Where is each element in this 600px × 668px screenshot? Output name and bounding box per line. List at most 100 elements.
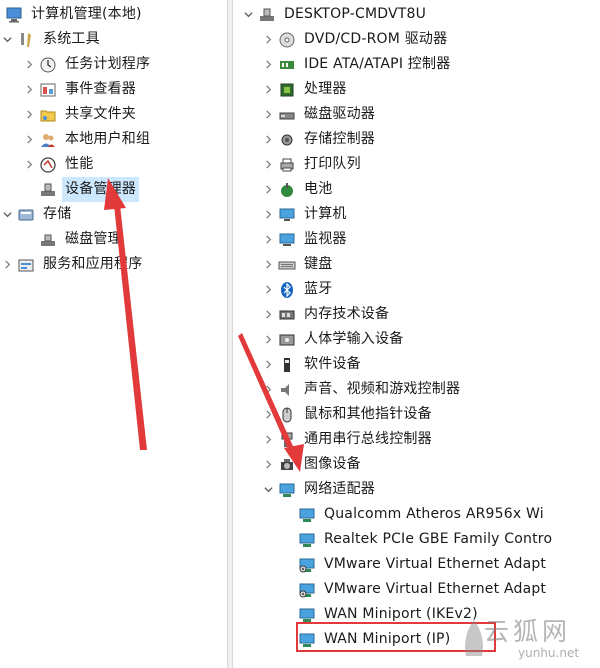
device-category-17[interactable]: 通用串行总线控制器: [261, 427, 435, 452]
usb-icon: [277, 430, 297, 450]
chevron-right-icon[interactable]: [261, 77, 275, 102]
disk-drive-icon: [277, 105, 297, 125]
chevron-right-icon[interactable]: [261, 452, 275, 477]
services-icon: [16, 255, 36, 275]
chevron-right-icon[interactable]: [261, 302, 275, 327]
ide-icon: [277, 55, 297, 75]
chevron-right-icon[interactable]: [261, 152, 275, 177]
chevron-right-icon[interactable]: [261, 252, 275, 277]
users-icon: [38, 130, 58, 150]
tree-item-task-scheduler[interactable]: 任务计划程序: [22, 52, 153, 77]
tools-icon: [16, 30, 36, 50]
device-category-3[interactable]: 处理器: [261, 77, 350, 102]
chevron-right-icon[interactable]: [261, 377, 275, 402]
chevron-right-icon[interactable]: [261, 402, 275, 427]
chevron-right-icon[interactable]: [261, 177, 275, 202]
device-tree-pane: DESKTOP-CMDVT8U DVD/CD-ROM 驱动器 IDE ATA/AT…: [233, 0, 600, 668]
watermark-url: yunhu.net: [518, 646, 580, 660]
chevron-right-icon[interactable]: [261, 127, 275, 152]
network-adapter-4[interactable]: VMware Virtual Ethernet Adapt: [281, 577, 549, 602]
monitor-icon: [277, 230, 297, 250]
storage-icon: [16, 205, 36, 225]
network-icon: [277, 480, 297, 500]
chevron-down-icon[interactable]: [261, 477, 275, 502]
device-category-5[interactable]: 存储控制器: [261, 127, 378, 152]
device-category-11[interactable]: 蓝牙: [261, 277, 335, 302]
chevron-right-icon[interactable]: [261, 352, 275, 377]
device-category-9[interactable]: 监视器: [261, 227, 350, 252]
tree-item-event-viewer[interactable]: 事件查看器: [22, 77, 139, 102]
tree-item-system-tools[interactable]: 系统工具: [0, 27, 103, 52]
event-viewer-icon: [38, 80, 58, 100]
chevron-right-icon[interactable]: [261, 277, 275, 302]
chevron-down-icon[interactable]: [0, 27, 14, 52]
device-category-10[interactable]: 键盘: [261, 252, 335, 277]
vmware-adapter-icon: [297, 555, 317, 575]
chevron-right-icon[interactable]: [22, 152, 36, 177]
chevron-right-icon[interactable]: [0, 252, 14, 277]
chevron-right-icon[interactable]: [261, 427, 275, 452]
memory-icon: [277, 305, 297, 325]
device-category-2[interactable]: IDE ATA/ATAPI 控制器: [261, 52, 453, 77]
chevron-right-icon[interactable]: [261, 327, 275, 352]
tree-item-local-users[interactable]: 本地用户和组: [22, 127, 153, 152]
printer-icon: [277, 155, 297, 175]
hid-icon: [277, 330, 297, 350]
bluetooth-icon: [277, 280, 297, 300]
device-category-13[interactable]: 人体学输入设备: [261, 327, 406, 352]
keyboard-icon: [277, 255, 297, 275]
chevron-right-icon[interactable]: [22, 127, 36, 152]
storage-controller-icon: [277, 130, 297, 150]
device-category-7[interactable]: 电池: [261, 177, 335, 202]
chevron-right-icon[interactable]: [261, 27, 275, 52]
tree-item-performance[interactable]: 性能: [22, 152, 96, 177]
tree-root-computer-management[interactable]: 计算机管理(本地): [2, 2, 145, 27]
network-adapter-2[interactable]: Realtek PCIe GBE Family Contro: [281, 527, 555, 552]
chevron-right-icon[interactable]: [22, 52, 36, 77]
network-adapter-3[interactable]: VMware Virtual Ethernet Adapt: [281, 552, 549, 577]
chevron-right-icon[interactable]: [261, 202, 275, 227]
tree-item-services-apps[interactable]: 服务和应用程序: [0, 252, 145, 277]
chevron-right-icon[interactable]: [261, 102, 275, 127]
device-category-4[interactable]: 磁盘驱动器: [261, 102, 378, 127]
watermark: 云狐网 yunhu.net: [462, 612, 598, 666]
tree-item-disk-management[interactable]: 磁盘管理: [22, 227, 125, 252]
device-category-18[interactable]: 图像设备: [261, 452, 364, 477]
chevron-right-icon[interactable]: [22, 77, 36, 102]
performance-icon: [38, 155, 58, 175]
device-category-6[interactable]: 打印队列: [261, 152, 364, 177]
device-category-1[interactable]: DVD/CD-ROM 驱动器: [261, 27, 450, 52]
network-adapter-1[interactable]: Qualcomm Atheros AR956x Wi: [281, 502, 547, 527]
watermark-text: 云狐网: [484, 617, 572, 646]
tree-item-storage[interactable]: 存储: [0, 202, 74, 227]
desktop-computer-icon: [257, 5, 277, 25]
fox-logo-icon: [465, 620, 483, 656]
chevron-right-icon[interactable]: [261, 52, 275, 77]
computer-icon: [277, 205, 297, 225]
vmware-adapter-icon: [297, 580, 317, 600]
network-adapter-icon: [297, 505, 317, 525]
device-category-14[interactable]: 软件设备: [261, 352, 364, 377]
cpu-icon: [277, 80, 297, 100]
chevron-right-icon[interactable]: [261, 227, 275, 252]
chevron-right-icon[interactable]: [22, 102, 36, 127]
device-category-16[interactable]: 鼠标和其他指针设备: [261, 402, 435, 427]
software-device-icon: [277, 355, 297, 375]
device-category-19[interactable]: 网络适配器: [261, 477, 378, 502]
device-category-15[interactable]: 声音、视频和游戏控制器: [261, 377, 463, 402]
device-category-12[interactable]: 内存技术设备: [261, 302, 392, 327]
tree-item-device-manager[interactable]: 设备管理器: [22, 177, 139, 202]
dvd-icon: [277, 30, 297, 50]
console-tree-pane: 计算机管理(本地) 系统工具 任务计划程序 事件查看器 共享文件夹 本地用户和组…: [0, 0, 227, 668]
tree-item-shared-folders[interactable]: 共享文件夹: [22, 102, 139, 127]
clock-icon: [38, 55, 58, 75]
device-manager-icon: [38, 180, 58, 200]
disk-icon: [38, 230, 58, 250]
device-tree-root[interactable]: DESKTOP-CMDVT8U: [241, 2, 429, 27]
camera-icon: [277, 455, 297, 475]
chevron-down-icon[interactable]: [241, 2, 255, 27]
chevron-down-icon[interactable]: [0, 202, 14, 227]
device-category-8[interactable]: 计算机: [261, 202, 350, 227]
network-adapter-icon: [297, 530, 317, 550]
computer-management-icon: [4, 5, 24, 25]
